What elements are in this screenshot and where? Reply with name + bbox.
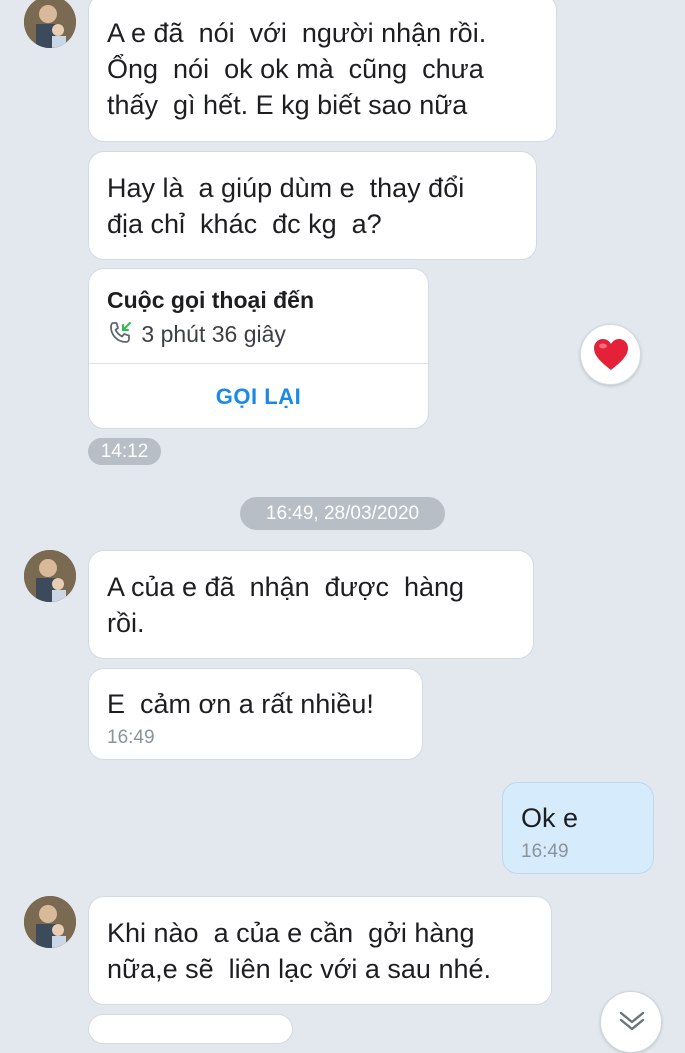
message-text: nữa,e sẽ liên lạc với a sau nhé. [107,954,491,984]
message-text: Ok e [521,803,579,833]
heart-icon [594,339,628,370]
message-bubble-outgoing[interactable]: Ok e 16:49 [502,782,654,874]
message-bubble[interactable]: A e đã nói với người nhận rồi. Ổng nói o… [88,0,557,142]
message-bubble[interactable]: E cảm ơn a rất nhiều! 16:49 [88,668,423,760]
call-log-card[interactable]: Cuộc gọi thoại đến 3 phút 36 giây GỌI LẠ… [88,268,429,429]
message-time: 16:49 [107,727,155,748]
message-text: địa chỉ khác đc kg a? [107,209,382,239]
avatar[interactable] [24,0,76,48]
scroll-to-bottom-button[interactable] [600,991,662,1053]
message-text: E cảm ơn a rất nhiều! [107,689,374,719]
date-separator: 16:49, 28/03/2020 [240,497,445,530]
incoming-call-icon [107,320,135,354]
message-bubble[interactable]: Khi nào a của e cần gởi hàng nữa,e sẽ li… [88,896,552,1005]
message-time: 16:49 [521,841,569,862]
reaction-button[interactable] [580,324,641,385]
message-bubble[interactable] [88,1014,293,1044]
avatar[interactable] [24,896,76,948]
message-text: rồi. [107,608,145,638]
message-bubble[interactable]: A của e đã nhận được hàng rồi. [88,550,534,659]
message-bubble[interactable]: Hay là a giúp dùm e thay đổi địa chỉ khá… [88,151,537,260]
message-text: thấy gì hết. E kg biết sao nữa [107,90,468,120]
message-text: A e đã nói với người nhận rồi. [107,18,487,48]
call-back-button[interactable]: GỌI LẠI [89,364,428,428]
call-title: Cuộc gọi thoại đến [107,287,314,313]
message-text: A của e đã nhận được hàng [107,572,465,602]
message-text: Khi nào a của e cần gởi hàng [107,918,475,948]
time-label: 14:12 [88,438,161,465]
call-duration: 3 phút 36 giây [107,318,286,354]
message-text: Hay là a giúp dùm e thay đổi [107,173,465,203]
call-duration-text: 3 phút 36 giây [141,321,286,347]
message-text: Ổng nói ok ok mà cũng chưa [107,54,484,84]
avatar[interactable] [24,550,76,602]
chevron-down-icon [619,1011,645,1030]
